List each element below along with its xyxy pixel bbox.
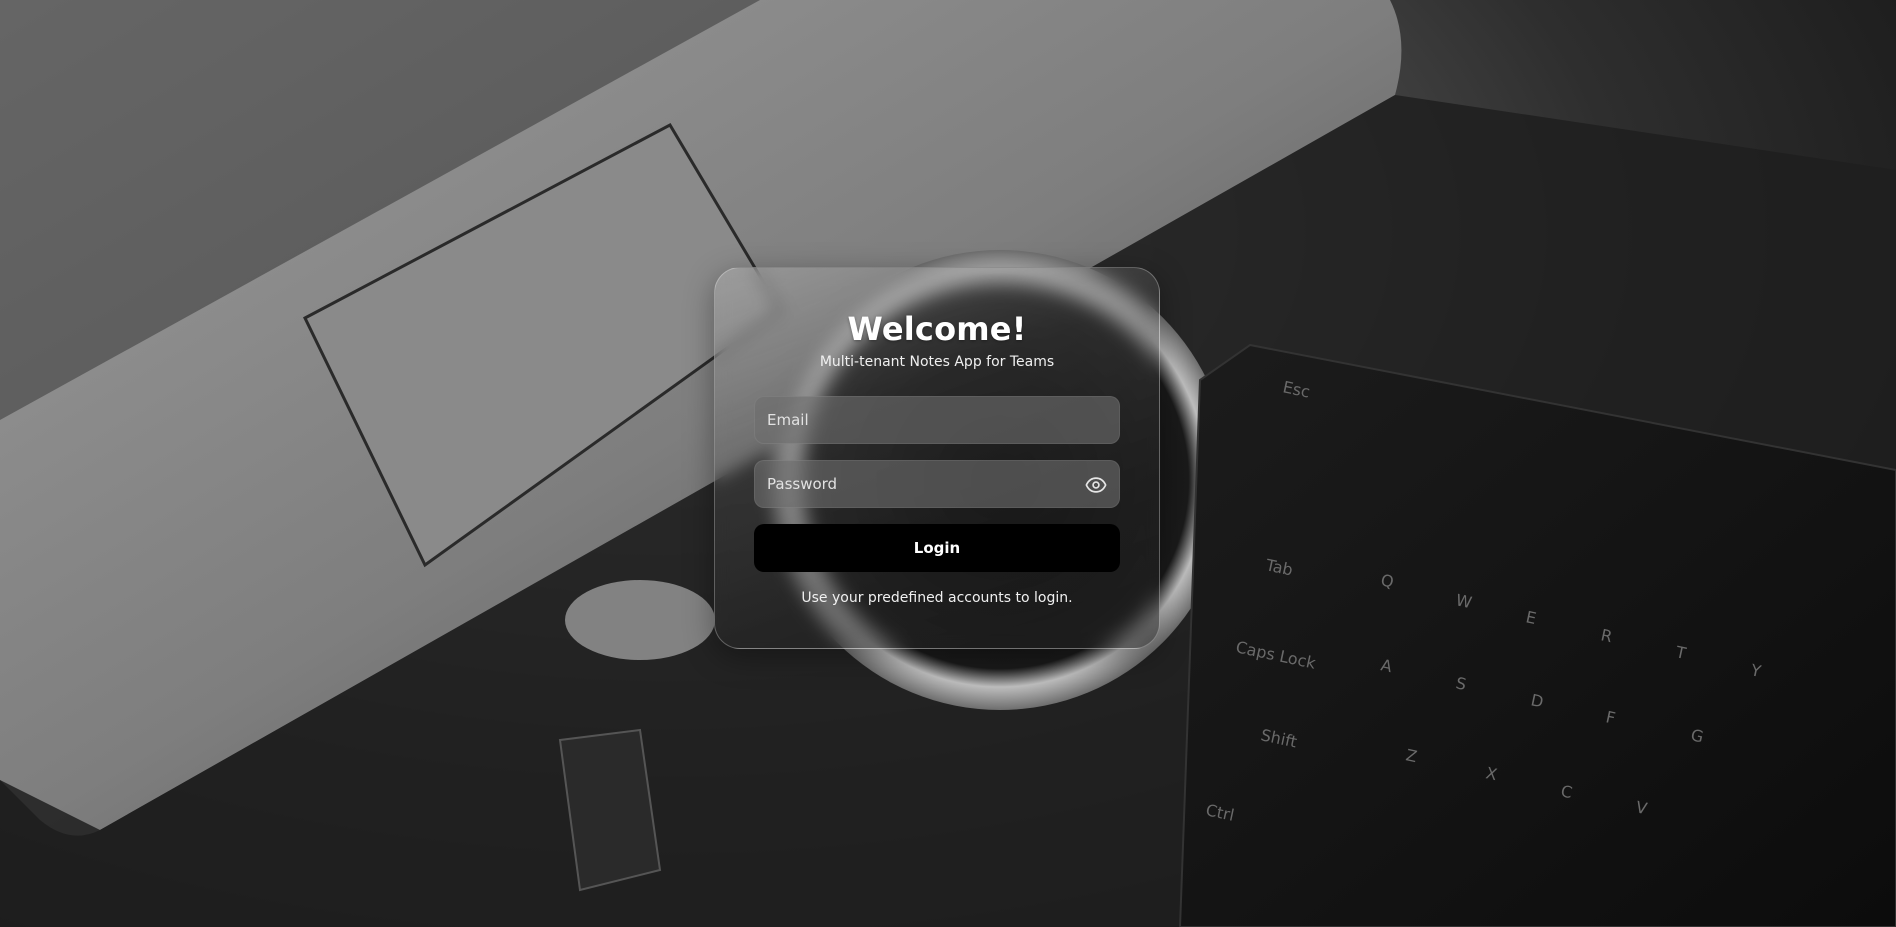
email-field [754, 396, 1120, 444]
password-input[interactable] [755, 461, 1119, 507]
login-hint: Use your predefined accounts to login. [801, 590, 1073, 606]
page-title: Welcome! [847, 310, 1027, 348]
login-card: Welcome! Multi-tenant Notes App for Team… [714, 267, 1160, 649]
password-field [754, 460, 1120, 508]
eye-icon[interactable] [1085, 474, 1107, 496]
email-input[interactable] [755, 397, 1119, 443]
app-subtitle: Multi-tenant Notes App for Teams [819, 354, 1055, 370]
login-button[interactable]: Login [754, 524, 1120, 572]
